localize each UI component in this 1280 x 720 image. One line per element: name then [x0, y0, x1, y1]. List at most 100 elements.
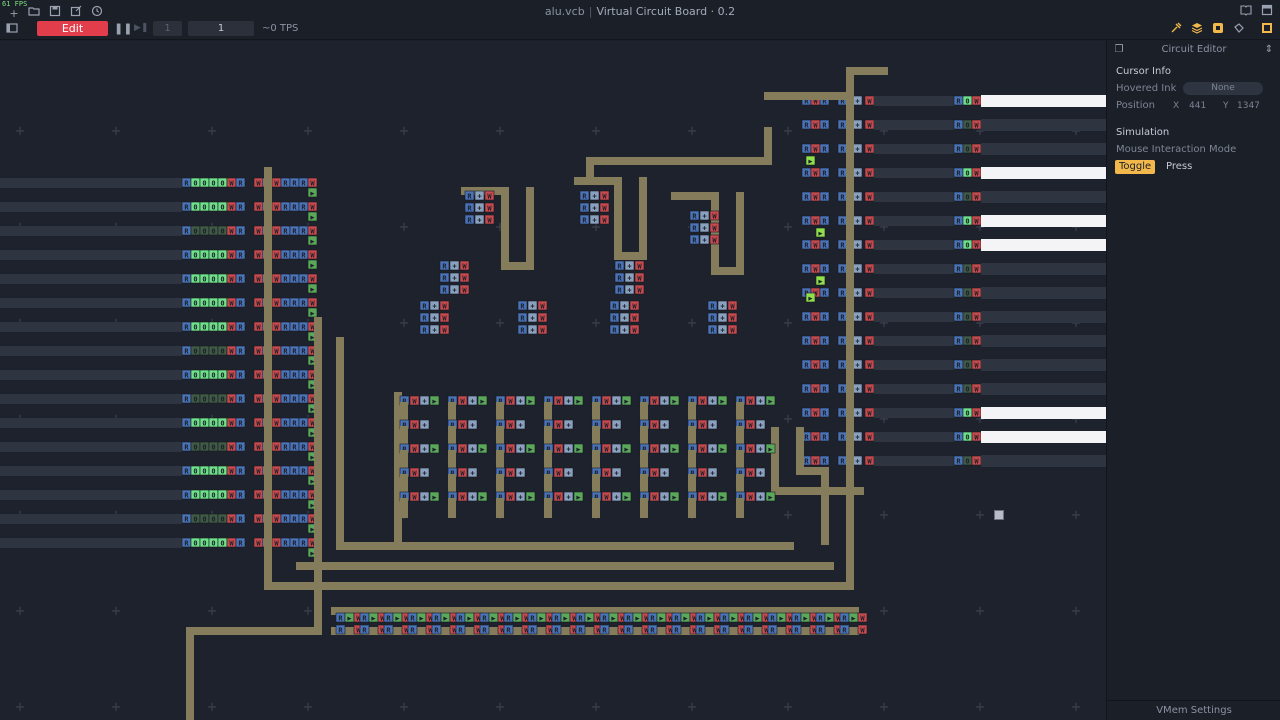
cursor-info-heading: Cursor Info: [1116, 66, 1171, 77]
top-toolbar: 61 FPS + alu.vcb | Virtual Circuit Board ·…: [0, 0, 1280, 40]
adder-cross-tile-glyph: +: [710, 421, 714, 429]
input-latch-tile-glyph: 0: [193, 203, 197, 211]
input-wire: [0, 442, 182, 452]
tree-cross-tile-glyph: +: [477, 204, 481, 212]
window-icon[interactable]: [1260, 4, 1274, 18]
input-latch-tile-glyph: 0: [220, 443, 224, 451]
adder-cross-tile-glyph: +: [662, 397, 666, 405]
input-latch-tile-glyph: 0: [202, 227, 206, 235]
grid-mark: [784, 415, 792, 423]
ink-icon[interactable]: [1211, 22, 1225, 36]
adder-cross-tile-glyph: +: [614, 445, 618, 453]
input-latch-tile-glyph: 0: [220, 323, 224, 331]
step-count-field[interactable]: 1: [153, 21, 182, 36]
input-latch-tile-glyph: 0: [211, 419, 215, 427]
output-cross-tile-glyph: +: [855, 385, 859, 393]
input-latch-tile-glyph: 0: [220, 467, 224, 475]
output-latch-tile-glyph: 0: [965, 361, 969, 369]
tree-cross-tile-glyph: +: [592, 192, 596, 200]
tree-cross-tile-glyph: +: [592, 204, 596, 212]
adder-cross-tile-glyph: +: [518, 397, 522, 405]
input-latch-tile-glyph: 0: [211, 371, 215, 379]
input-latch-tile-glyph: 0: [202, 419, 206, 427]
input-latch-tile-glyph: 0: [193, 179, 197, 187]
book-icon[interactable]: [1239, 4, 1253, 18]
adder-cross-tile-glyph: +: [566, 421, 570, 429]
input-latch-tile-glyph: 0: [202, 491, 206, 499]
input-latch-tile-glyph: 0: [202, 515, 206, 523]
pause-icon[interactable]: ❚❚: [114, 21, 132, 36]
tree-cross-tile-glyph: +: [702, 236, 706, 244]
input-wire: [0, 226, 182, 236]
input-latch-tile-glyph: 0: [202, 179, 206, 187]
layers-icon[interactable]: [1190, 22, 1204, 36]
panel-icon[interactable]: [1260, 22, 1274, 36]
tree-cross-tile-glyph: +: [530, 314, 534, 322]
edit-mode-button[interactable]: Edit: [37, 21, 108, 36]
adder-cross-tile-glyph: +: [470, 493, 474, 501]
input-latch-tile-glyph: 0: [202, 539, 206, 547]
tools-icon[interactable]: [1169, 22, 1183, 36]
input-wire: [0, 250, 182, 260]
tree-cross-tile-glyph: +: [720, 326, 724, 334]
grid-mark: [1072, 511, 1080, 519]
adder-cross-tile-glyph: +: [662, 445, 666, 453]
grid-mark: [304, 127, 312, 135]
adder-cross-tile-glyph: +: [758, 493, 762, 501]
output-cross-tile-glyph: +: [855, 121, 859, 129]
circuit-canvas[interactable]: R 0 0 0 0 W R W + W R R R W ▶ R 0 0 0 0 W R W + W R R R W ▶ R 0 0 0 0 W R W + W…: [0, 41, 1106, 720]
press-mode-button[interactable]: Press: [1163, 160, 1195, 174]
expand-icon[interactable]: ⇕: [1263, 44, 1275, 56]
adder-cross-tile-glyph: +: [566, 493, 570, 501]
input-latch-tile-glyph: 0: [211, 203, 215, 211]
step-icon[interactable]: ▶❚: [134, 21, 148, 36]
input-wire: [0, 418, 182, 428]
output-wire-lit: [981, 431, 1106, 443]
tree-cross-tile-glyph: +: [627, 274, 631, 282]
input-latch-tile-glyph: 0: [211, 491, 215, 499]
grid-mark: [112, 127, 120, 135]
output-wire: [981, 359, 1106, 371]
tree-cross-tile-glyph: +: [627, 262, 631, 270]
tree-cross-tile-glyph: +: [622, 326, 626, 334]
grid-mark: [304, 607, 312, 615]
grid-mark: [688, 127, 696, 135]
output-wire: [981, 311, 1106, 323]
panel-title: Circuit Editor: [1161, 44, 1227, 55]
input-wire: [0, 394, 182, 404]
adder-cross-tile-glyph: +: [518, 493, 522, 501]
circuit-drawing[interactable]: R 0 0 0 0 W R W + W R R R W▶R 0 0 0 0 W R W + W R R R W▶R 0 0 0 0 W R W + W…: [0, 41, 1106, 720]
grid-mark: [784, 319, 792, 327]
adder-cross-tile-glyph: +: [566, 445, 570, 453]
output-cross-tile-glyph: +: [855, 169, 859, 177]
x-value: 441: [1189, 101, 1207, 111]
output-latch-tile-glyph: 0: [965, 457, 969, 465]
output-wire: [874, 264, 954, 274]
output-wire: [981, 455, 1106, 467]
cursor-marker: [994, 510, 1004, 520]
output-latch-tile-glyph: 0: [965, 145, 969, 153]
arch-trace: [461, 187, 534, 270]
input-latch-tile-glyph: 0: [193, 515, 197, 523]
output-latch-tile-glyph: 0: [965, 217, 969, 225]
toggle-mode-button[interactable]: Toggle: [1115, 160, 1156, 174]
adder-cross-tile-glyph: +: [710, 493, 714, 501]
input-latch-tile-glyph: 0: [193, 467, 197, 475]
vmem-settings-bar[interactable]: VMem Settings: [1107, 700, 1280, 720]
input-latch-tile-glyph: 0: [220, 491, 224, 499]
input-latch-tile-glyph: 0: [202, 371, 206, 379]
input-latch-tile-glyph: 0: [220, 419, 224, 427]
tree-cross-tile-glyph: +: [720, 314, 724, 322]
adder-cross-tile-glyph: +: [518, 445, 522, 453]
input-latch-tile-glyph: 0: [193, 275, 197, 283]
tree-cross-tile-glyph: +: [622, 302, 626, 310]
output-cross-tile-glyph: +: [855, 145, 859, 153]
tree-cross-tile-glyph: +: [702, 224, 706, 232]
adder-cross-tile-glyph: +: [758, 445, 762, 453]
speed-field[interactable]: 1: [188, 21, 254, 36]
output-cross-tile-glyph: +: [855, 361, 859, 369]
output-wire: [874, 432, 954, 442]
input-wire: [0, 514, 182, 524]
sidebar-toggle-icon[interactable]: [5, 22, 19, 36]
bucket-icon[interactable]: [1232, 22, 1246, 36]
